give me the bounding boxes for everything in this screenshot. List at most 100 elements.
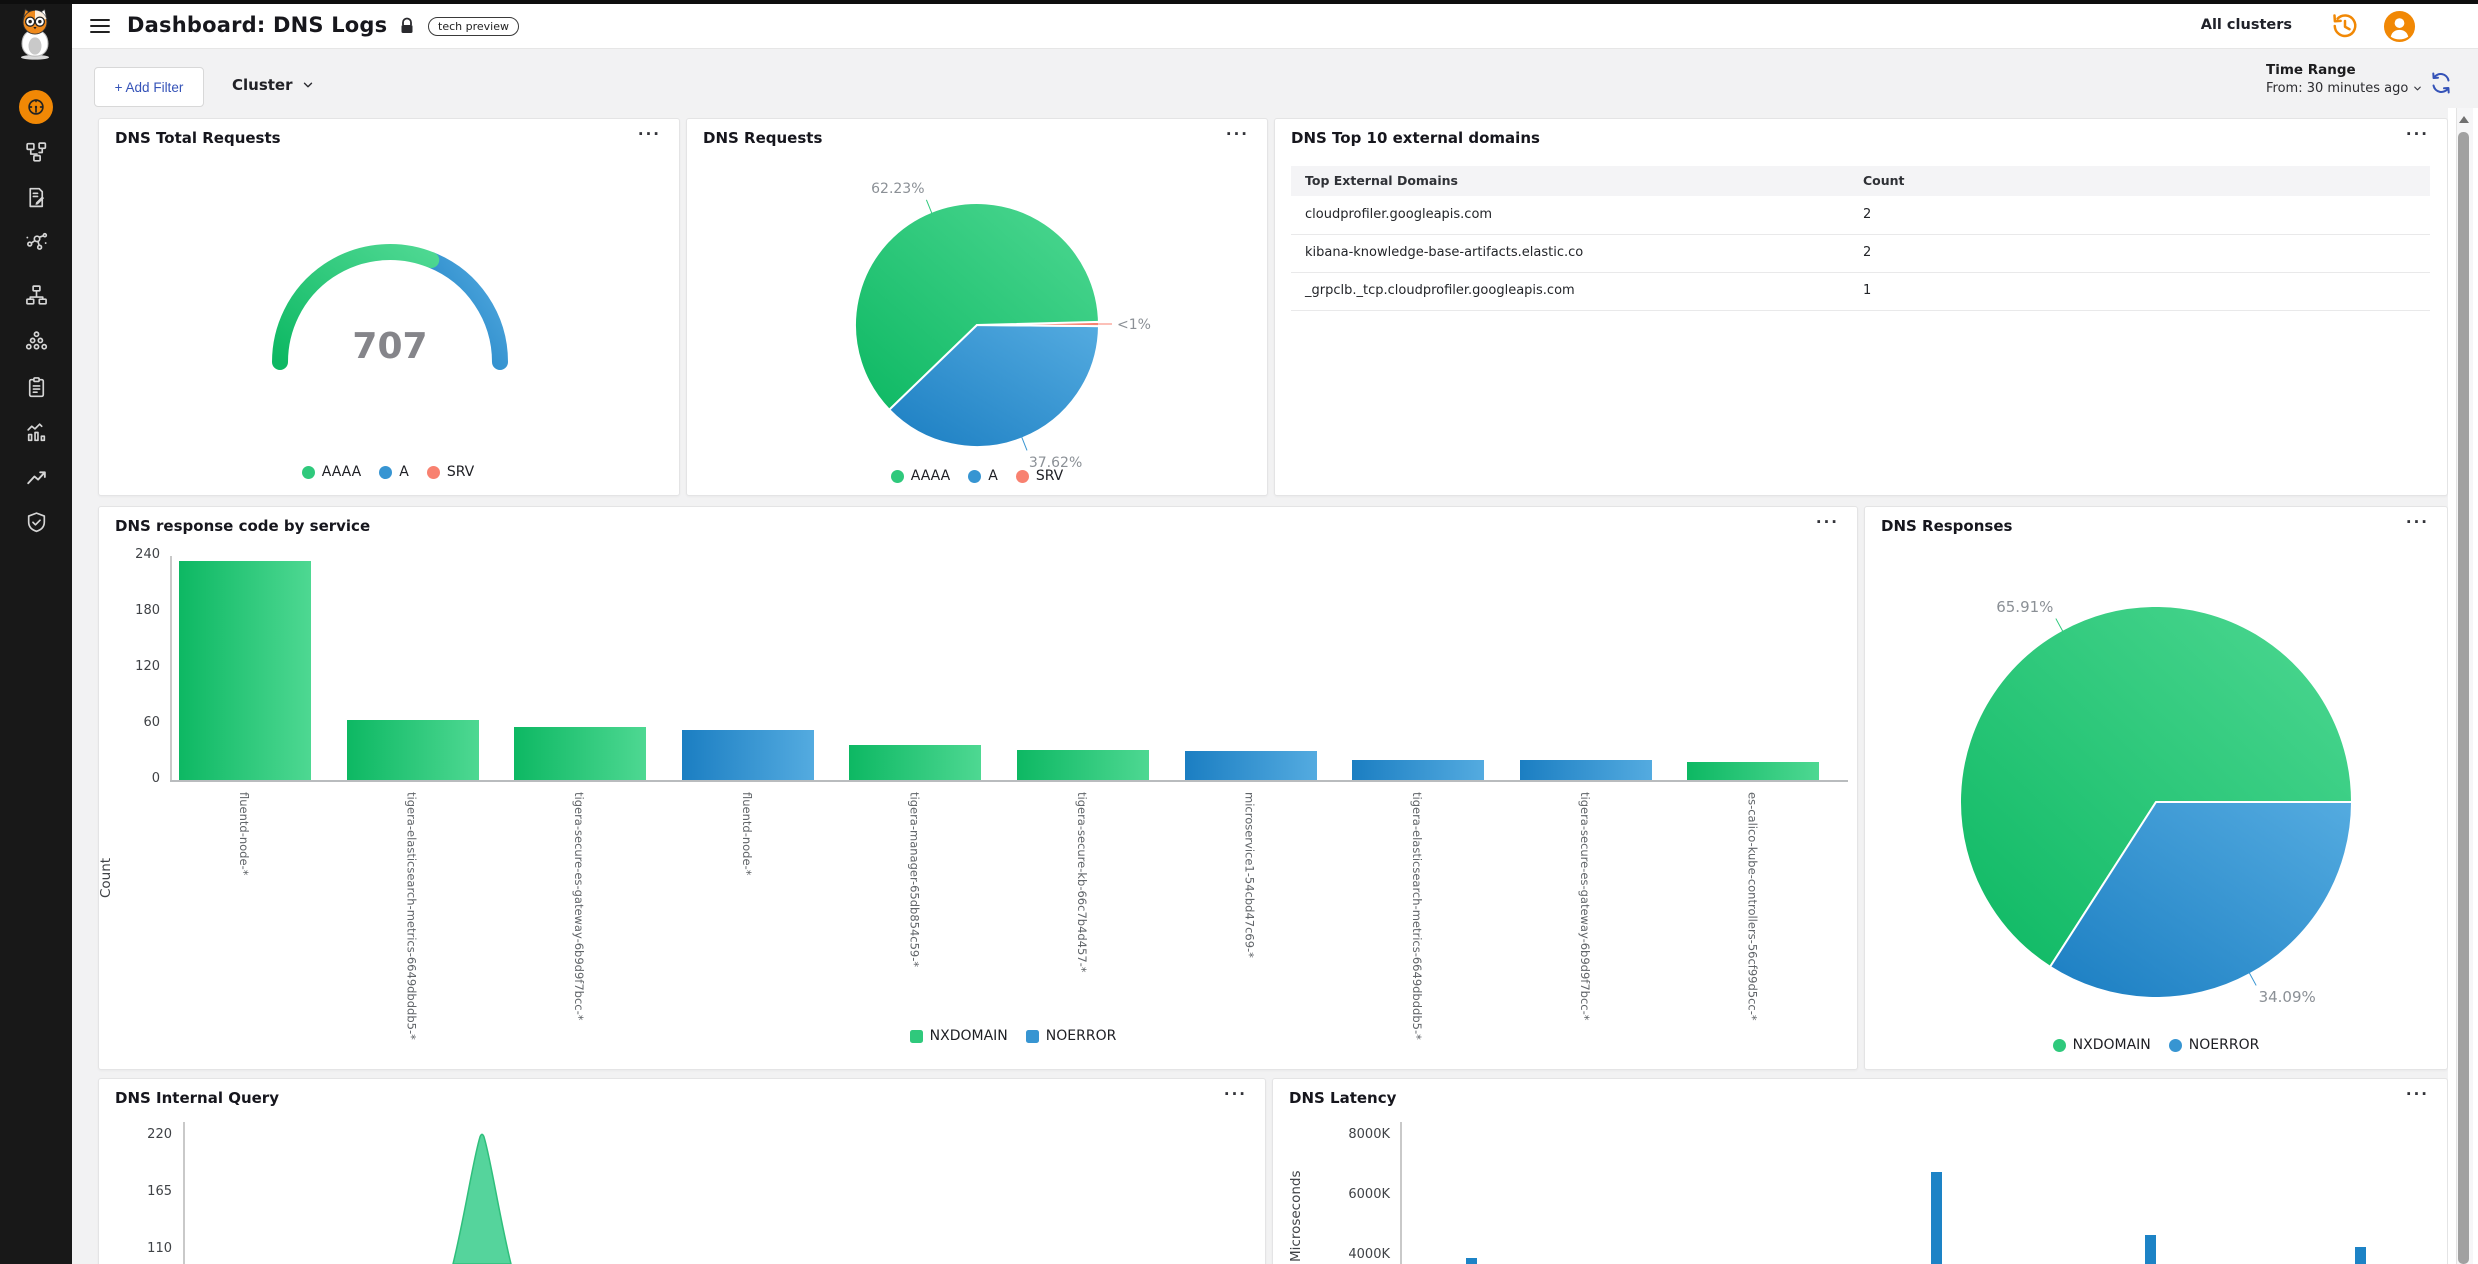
hamburger-menu-button[interactable]: [88, 14, 112, 38]
legend-item-SRV[interactable]: SRV: [427, 464, 474, 480]
sidebar-item-service-graph[interactable]: [19, 225, 53, 259]
sidebar-item-trends[interactable]: [19, 460, 53, 494]
latency-bar[interactable]: [1931, 1172, 1942, 1264]
y-tick-label: 220: [72, 1127, 172, 1142]
y-axis-line: [170, 556, 172, 780]
panel-menu-button[interactable]: ...: [2406, 121, 2429, 139]
analytics-bars-icon: [24, 420, 49, 445]
legend-item-AAAA[interactable]: AAAA: [891, 468, 950, 484]
legend-item-NOERROR[interactable]: NOERROR: [1026, 1028, 1117, 1044]
panel-menu-button[interactable]: ...: [638, 121, 661, 139]
legend-item-NOERROR[interactable]: NOERROR: [2169, 1037, 2260, 1053]
legend-swatch: [2169, 1039, 2182, 1052]
time-range-value-text: From: 30 minutes ago: [2266, 81, 2408, 96]
bar-NXDOMAIN[interactable]: [1017, 750, 1149, 780]
all-clusters-label[interactable]: All clusters: [2201, 17, 2292, 33]
history-clock-icon: [2330, 11, 2360, 41]
y-axis-title: Count: [98, 788, 116, 898]
y-tick-label: 0: [60, 771, 160, 786]
bar-NOERROR[interactable]: [1352, 760, 1484, 780]
time-range-value[interactable]: From: 30 minutes ago: [2266, 81, 2426, 96]
sidebar-item-dashboard[interactable]: [19, 90, 53, 124]
table-row[interactable]: kibana-knowledge-base-artifacts.elastic.…: [1291, 234, 2430, 273]
bar-NOERROR[interactable]: [682, 730, 814, 780]
bar-NOERROR[interactable]: [1520, 760, 1652, 780]
legend-label: SRV: [447, 464, 474, 480]
x-category-label: fluentd-node-*: [237, 792, 251, 875]
cluster-dropdown[interactable]: Cluster: [232, 76, 315, 94]
legend-label: AAAA: [911, 468, 950, 484]
lock-icon: [399, 17, 415, 35]
panel-menu-button[interactable]: ...: [1816, 509, 1839, 527]
sidebar-item-topology[interactable]: [19, 135, 53, 169]
area-spike[interactable]: [453, 1134, 511, 1264]
legend-item-A[interactable]: A: [379, 464, 409, 480]
pie-percent-label: <1%: [1117, 317, 1151, 333]
legend-swatch: [910, 1030, 923, 1043]
bar-NXDOMAIN[interactable]: [849, 745, 981, 780]
history-button[interactable]: [2330, 11, 2360, 41]
sidebar-item-network[interactable]: [19, 278, 53, 312]
legend-swatch: [427, 466, 440, 479]
cell-domain: cloudprofiler.googleapis.com: [1305, 207, 1492, 222]
add-filter-button[interactable]: + Add Filter: [94, 67, 204, 107]
time-range-control: Time Range From: 30 minutes ago: [2266, 62, 2426, 96]
pie-label-leader: [926, 200, 932, 214]
pie-label-leader: [2056, 619, 2063, 632]
legend-label: A: [988, 468, 998, 484]
y-tick-label: 120: [60, 659, 160, 674]
table-row[interactable]: cloudprofiler.googleapis.com2: [1291, 196, 2430, 235]
legend-item-NXDOMAIN[interactable]: NXDOMAIN: [910, 1028, 1008, 1044]
dns-logs-dashboard: Dashboard: DNS Logs tech preview All clu…: [0, 0, 2478, 1264]
legend-label: AAAA: [322, 464, 361, 480]
legend-label: NXDOMAIN: [930, 1028, 1008, 1044]
sidebar-item-security[interactable]: [19, 505, 53, 539]
x-category-label: microservice1-54cbd47c69-*: [1243, 792, 1257, 958]
x-category-label: tigera-manager-65db854c59-*: [907, 792, 921, 967]
sidebar-item-compliance[interactable]: [19, 370, 53, 404]
page-title: Dashboard: DNS Logs: [127, 13, 387, 37]
legend-item-SRV[interactable]: SRV: [1016, 468, 1063, 484]
sidebar-item-analytics[interactable]: [19, 415, 53, 449]
sidebar-nav: [0, 0, 72, 1264]
panel-menu-button[interactable]: ...: [2406, 509, 2429, 527]
dns-internal-query-area: [185, 1120, 1185, 1264]
panel-menu-button[interactable]: ...: [1224, 1081, 1247, 1099]
y-axis-title: Microseconds: [1288, 1140, 1306, 1262]
panel-title: DNS Total Requests: [115, 129, 281, 147]
dns-responses-pie: 65.91%34.09%: [1790, 526, 2478, 1088]
sidebar-item-policies[interactable]: [19, 180, 53, 214]
bar-NXDOMAIN[interactable]: [514, 727, 646, 780]
legend-item-A[interactable]: A: [968, 468, 998, 484]
legend-label: SRV: [1036, 468, 1063, 484]
cell-count: 1: [1863, 283, 1871, 298]
sidebar-item-clusters[interactable]: [19, 324, 53, 358]
latency-bar[interactable]: [2355, 1247, 2366, 1264]
bar-NXDOMAIN[interactable]: [179, 561, 311, 780]
legend-label: A: [399, 464, 409, 480]
bar-NXDOMAIN[interactable]: [1687, 762, 1819, 780]
scrollbar-up-arrow[interactable]: [2459, 116, 2469, 123]
chevron-down-icon: [2412, 83, 2423, 94]
y-tick-label: 110: [72, 1241, 172, 1256]
chevron-down-icon: [301, 78, 315, 92]
legend-item-NXDOMAIN[interactable]: NXDOMAIN: [2053, 1037, 2151, 1053]
table-row[interactable]: _grpclb._tcp.cloudprofiler.googleapis.co…: [1291, 272, 2430, 311]
calico-cat-logo[interactable]: [10, 6, 60, 60]
latency-plot: [1400, 1120, 2430, 1264]
bar-NXDOMAIN[interactable]: [347, 720, 479, 780]
legend-swatch: [1026, 1030, 1039, 1043]
column-header-domains: Top External Domains: [1305, 173, 1458, 188]
latency-bar[interactable]: [2145, 1235, 2156, 1264]
y-tick-label: 165: [72, 1184, 172, 1199]
network-topology-icon: [24, 140, 49, 165]
chart-legend: NXDOMAIN NOERROR: [663, 1025, 1363, 1047]
user-avatar[interactable]: [2383, 10, 2416, 43]
legend-item-AAAA[interactable]: AAAA: [302, 464, 361, 480]
column-header-count: Count: [1863, 173, 1905, 188]
refresh-button[interactable]: [2428, 70, 2454, 96]
latency-bar[interactable]: [1466, 1258, 1477, 1264]
security-shield-icon: [24, 510, 49, 535]
legend-swatch: [2053, 1039, 2066, 1052]
bar-NOERROR[interactable]: [1185, 751, 1317, 780]
